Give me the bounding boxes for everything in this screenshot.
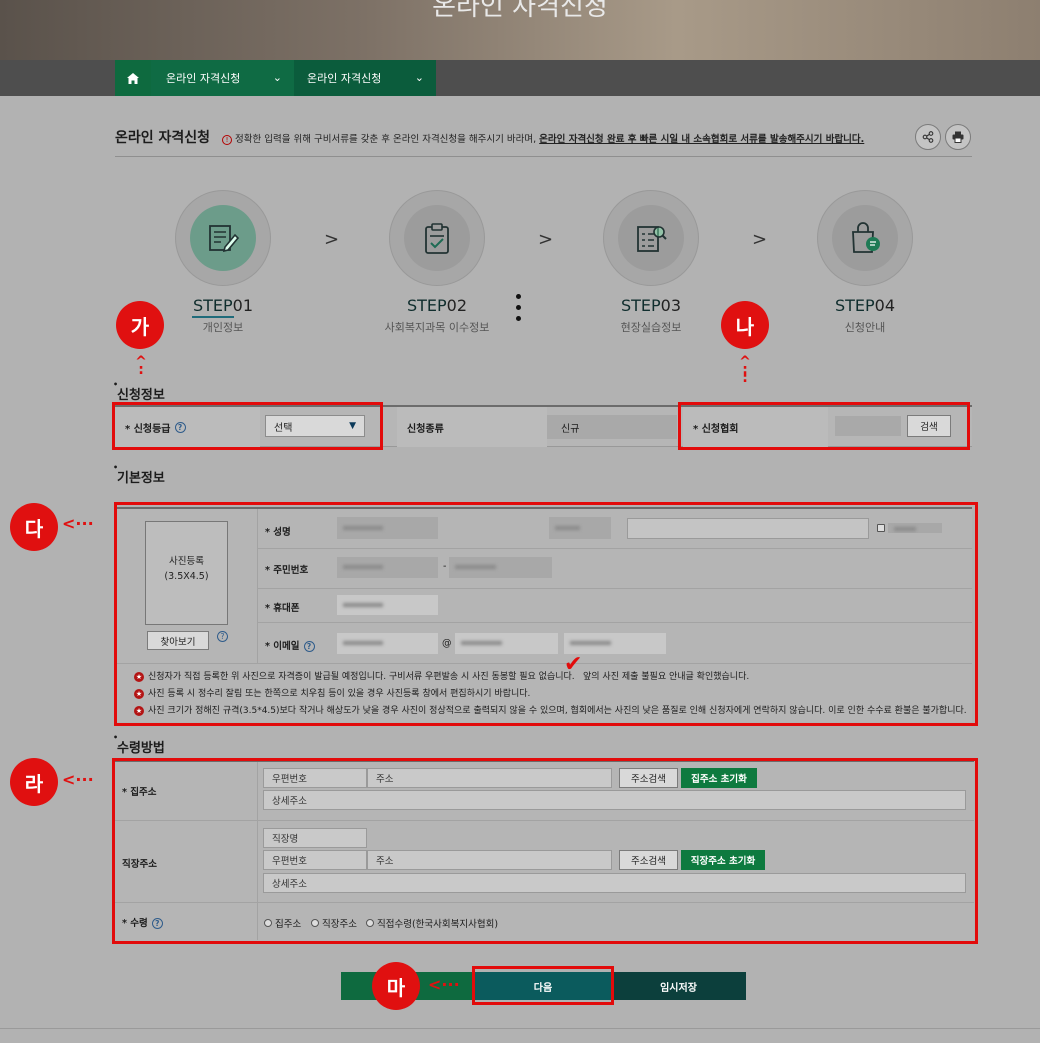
receive-section-title: 수령방법	[113, 733, 165, 756]
breadcrumb-nav: 온라인 자격신청 ⌄ 온라인 자격신청 ⌄	[0, 60, 1040, 96]
annotation-badge-d: 라	[10, 758, 58, 806]
highlight-box-basic	[114, 502, 978, 726]
step-arrow-3: >	[752, 229, 768, 250]
annotation-badge-e: 마	[372, 962, 420, 1010]
notice-text: ! 정확한 입력을 위해 구비서류를 갖춘 후 온라인 자격신청을 해주시기 바라…	[222, 131, 864, 145]
apply-section-title: 신청정보	[113, 380, 165, 403]
step-2-circle	[389, 190, 485, 286]
clipboard-check-icon	[425, 223, 449, 254]
nav-menu-2-label: 온라인 자격신청	[307, 72, 382, 85]
share-icon	[922, 131, 934, 143]
info-icon: !	[222, 134, 232, 145]
highlight-box-next	[472, 966, 614, 1005]
hero-title: 온라인 자격신청	[432, 0, 608, 22]
step-3-title: STEP03	[620, 296, 682, 315]
annotation-arrow-left-c: <···	[62, 514, 94, 533]
basic-section-title: 기본정보	[113, 463, 165, 486]
step-2-label: 사회복지과목 이수정보	[384, 321, 490, 334]
step-1-label: 개인정보	[202, 321, 244, 334]
step-2-title: STEP02	[406, 296, 468, 315]
type-label: 신청종류	[397, 407, 547, 447]
printer-icon	[952, 131, 964, 143]
edit-document-icon	[209, 225, 240, 253]
nav-menu-1[interactable]: 온라인 자격신청 ⌄	[151, 60, 294, 96]
step-1-underline	[192, 316, 234, 318]
nav-menu-2[interactable]: 온라인 자격신청 ⌄	[294, 60, 436, 96]
hero-banner: 온라인 자격신청	[0, 0, 1040, 62]
notice-prefix: 정확한 입력을 위해 구비서류를 갖춘 후 온라인 자격신청을 해주시기 바라며…	[235, 134, 540, 145]
step-1-title: STEP01	[192, 296, 254, 315]
shopping-bag-chat-icon	[852, 222, 880, 253]
step-4-title: STEP04	[834, 296, 896, 315]
more-dots-icon	[516, 294, 522, 327]
title-divider	[115, 156, 972, 157]
type-value: 신규	[561, 423, 580, 435]
annotation-arrow-left-e: <···	[428, 975, 460, 994]
step-4-label: 신청안내	[844, 321, 886, 334]
checklist-search-icon	[637, 226, 667, 252]
annotation-badge-a: 가	[116, 301, 164, 349]
step-4-circle	[817, 190, 913, 286]
highlight-box-receive	[112, 758, 978, 944]
temp-save-button[interactable]: 임시저장	[611, 972, 746, 1000]
highlight-box-assoc	[678, 402, 970, 450]
step-3-label: 현장실습정보	[620, 321, 682, 334]
annotation-badge-c: 다	[10, 503, 58, 551]
highlight-box-grade	[112, 402, 383, 450]
footer-divider	[0, 1028, 1040, 1029]
annotation-arrow-up-a: ^:	[135, 354, 147, 378]
page-title: 온라인 자격신청	[115, 130, 211, 146]
home-button[interactable]	[115, 60, 151, 96]
step-arrow-1: >	[324, 229, 340, 250]
annotation-arrow-up-b: ^::	[739, 354, 751, 386]
annotation-badge-b: 나	[721, 301, 769, 349]
chevron-down-icon: ⌄	[414, 71, 424, 84]
home-icon	[127, 72, 139, 84]
step-arrow-2: >	[538, 229, 554, 250]
step-1-circle	[175, 190, 271, 286]
step-3-circle	[603, 190, 699, 286]
chevron-down-icon: ⌄	[272, 71, 282, 84]
share-button[interactable]	[915, 124, 941, 150]
print-button[interactable]	[945, 124, 971, 150]
nav-menu-1-label: 온라인 자격신청	[166, 72, 241, 85]
annotation-arrow-left-d: <···	[62, 770, 94, 789]
notice-emphasis: 온라인 자격신청 완료 후 빠른 시일 내 소속협회로 서류를 발송해주시기 바…	[539, 134, 865, 145]
